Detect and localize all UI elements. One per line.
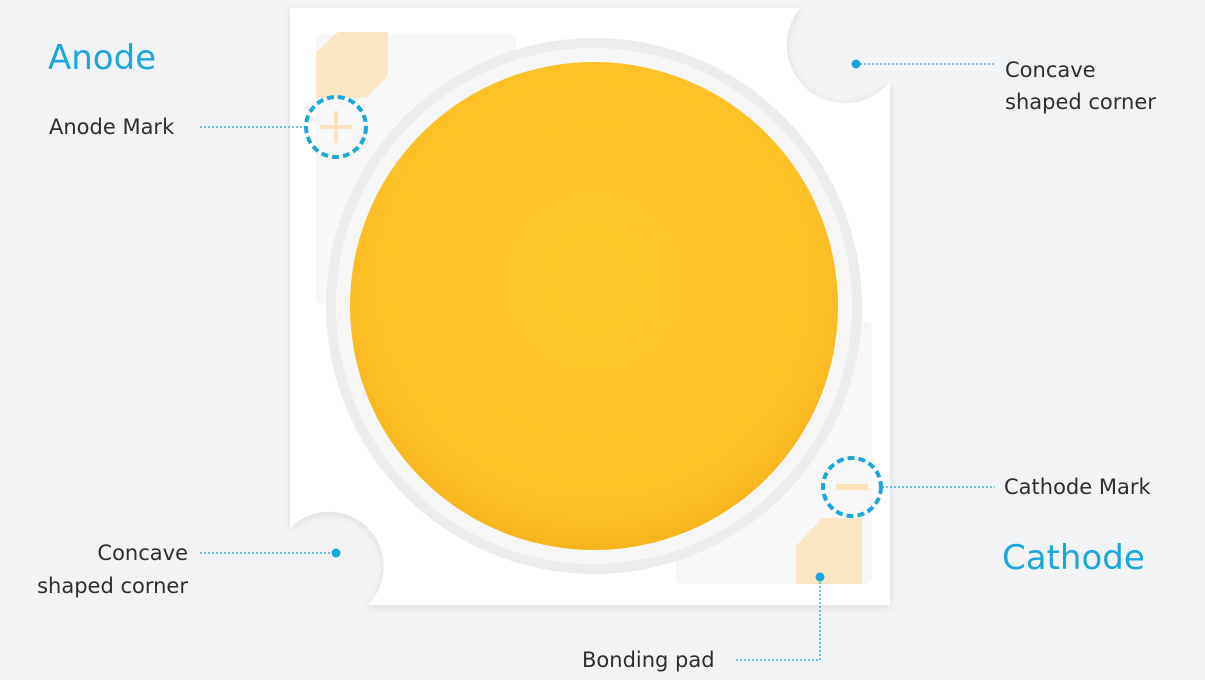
cob-led-diagram: Anode Anode Mark Concave shaped corner C… <box>0 0 1205 680</box>
anode-mark-label: Anode Mark <box>49 115 175 139</box>
phosphor-emitting-area <box>350 62 838 550</box>
bonding-pad-dot <box>815 572 825 582</box>
concave-top-label-1: Concave <box>1005 58 1096 82</box>
cathode-title: Cathode <box>1002 538 1145 578</box>
minus-icon <box>836 484 868 490</box>
bonding-pad-label: Bonding pad <box>582 648 715 672</box>
concave-bottom-label-2: shaped corner <box>37 574 188 598</box>
concave-bottom-label-1: Concave <box>97 541 188 565</box>
cathode-mark-label: Cathode Mark <box>1004 475 1151 499</box>
concave-top-dot <box>851 59 861 69</box>
anode-title: Anode <box>48 38 157 78</box>
concave-top-label-2: shaped corner <box>1005 90 1156 114</box>
concave-bottom-dot <box>331 548 341 558</box>
